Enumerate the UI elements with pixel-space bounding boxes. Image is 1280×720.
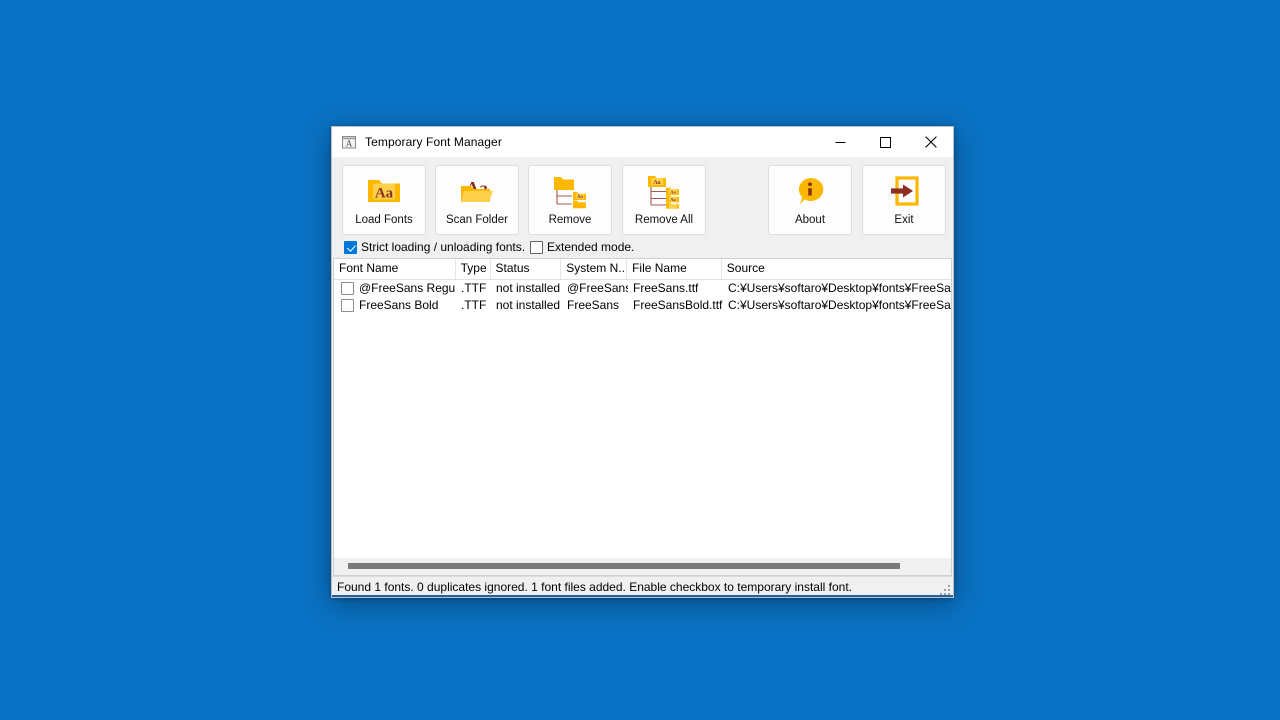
load-fonts-label: Load Fonts [355,214,413,226]
row-font-name-cell: FreeSans Bold [334,297,456,314]
remove-label: Remove [548,214,592,226]
row-font-name: @FreeSans Regular [359,281,456,295]
row-file-name: FreeSansBold.ttf [633,298,723,312]
svg-text:Aa: Aa [670,190,676,195]
list-header: Font Name Type Status System N... File N… [334,259,951,280]
horizontal-scrollbar[interactable] [334,557,951,575]
load-fonts-button[interactable]: Aa Load Fonts [342,165,426,235]
row-install-checkbox[interactable] [341,299,354,312]
minimize-button[interactable] [818,127,863,157]
horizontal-scrollbar-thumb[interactable] [348,563,900,569]
exit-button[interactable]: Exit [862,165,946,235]
row-font-name: FreeSans Bold [359,298,439,312]
table-row[interactable]: @FreeSans Regular .TTF not installed @Fr… [334,280,951,297]
status-bar: Found 1 fonts. 0 duplicates ignored. 1 f… [332,576,953,597]
row-type: .TTF [461,298,487,312]
toolbar: Aa Load Fonts Aa Scan Folder Aa Remove A… [332,157,953,236]
column-header-type[interactable]: Type [456,259,491,279]
extended-mode-label: Extended mode. [547,240,635,254]
strict-loading-checkbox[interactable] [344,240,357,254]
window-bottom-edge [332,595,953,597]
font-list: Font Name Type Status System N... File N… [333,258,952,576]
row-install-checkbox[interactable] [341,282,354,295]
maximize-button[interactable] [863,127,908,157]
exit-arrow-icon [863,169,945,213]
table-row[interactable]: FreeSans Bold .TTF not installed FreeSan… [334,297,951,314]
extended-mode-option[interactable]: Extended mode. [530,236,634,258]
svg-text:Aa: Aa [375,186,394,202]
row-system-name: FreeSans [567,298,620,312]
font-folder-icon: A [341,134,357,150]
row-font-name-cell: @FreeSans Regular [334,280,456,297]
column-header-system-name[interactable]: System N... [561,259,628,279]
row-type: .TTF [461,281,487,295]
svg-text:A: A [346,138,353,148]
svg-text:Aa: Aa [577,195,584,200]
app-window: A Temporary Font Manager Aa Load Fonts A… [331,126,954,598]
row-source: C:¥Users¥softaro¥Desktop¥fonts¥FreeSans.… [728,281,951,295]
row-status: not installed [496,281,561,295]
row-status: not installed [496,298,561,312]
remove-button[interactable]: Aa Remove [528,165,612,235]
column-header-source[interactable]: Source [722,259,951,279]
open-folder-aa-icon: Aa [436,169,518,213]
options-row: Strict loading / unloading fonts. Extend… [332,236,953,258]
list-body: @FreeSans Regular .TTF not installed @Fr… [334,280,951,557]
column-header-font-name[interactable]: Font Name [334,259,456,279]
status-message: Found 1 fonts. 0 duplicates ignored. 1 f… [337,580,852,594]
strict-loading-option[interactable]: Strict loading / unloading fonts. [344,236,525,258]
extended-mode-checkbox[interactable] [530,240,543,254]
window-title: Temporary Font Manager [365,135,502,149]
svg-text:Aa: Aa [670,197,676,202]
folder-tree-all-icon: Aa Aa Aa [623,169,705,213]
scan-folder-label: Scan Folder [445,214,508,226]
remove-all-button[interactable]: Aa Aa Aa Remove All [622,165,706,235]
svg-text:Aa: Aa [653,180,660,186]
column-header-status[interactable]: Status [491,259,562,279]
strict-loading-label: Strict loading / unloading fonts. [361,240,526,254]
scan-folder-button[interactable]: Aa Scan Folder [435,165,519,235]
row-file-name: FreeSans.ttf [633,281,699,295]
remove-all-label: Remove All [634,214,694,226]
window-controls [818,127,953,157]
row-source: C:¥Users¥softaro¥Desktop¥fonts¥FreeSansB… [728,298,951,312]
info-bubble-icon [769,169,851,213]
row-system-name: @FreeSans [567,281,628,295]
column-header-file-name[interactable]: File Name [627,259,722,279]
about-label: About [794,214,826,226]
exit-label: Exit [894,214,914,226]
title-bar: A Temporary Font Manager [332,127,953,157]
folder-aa-icon: Aa [343,169,425,213]
resize-grip[interactable] [940,585,950,595]
close-button[interactable] [908,127,953,157]
about-button[interactable]: About [768,165,852,235]
folder-tree-icon: Aa [529,169,611,213]
